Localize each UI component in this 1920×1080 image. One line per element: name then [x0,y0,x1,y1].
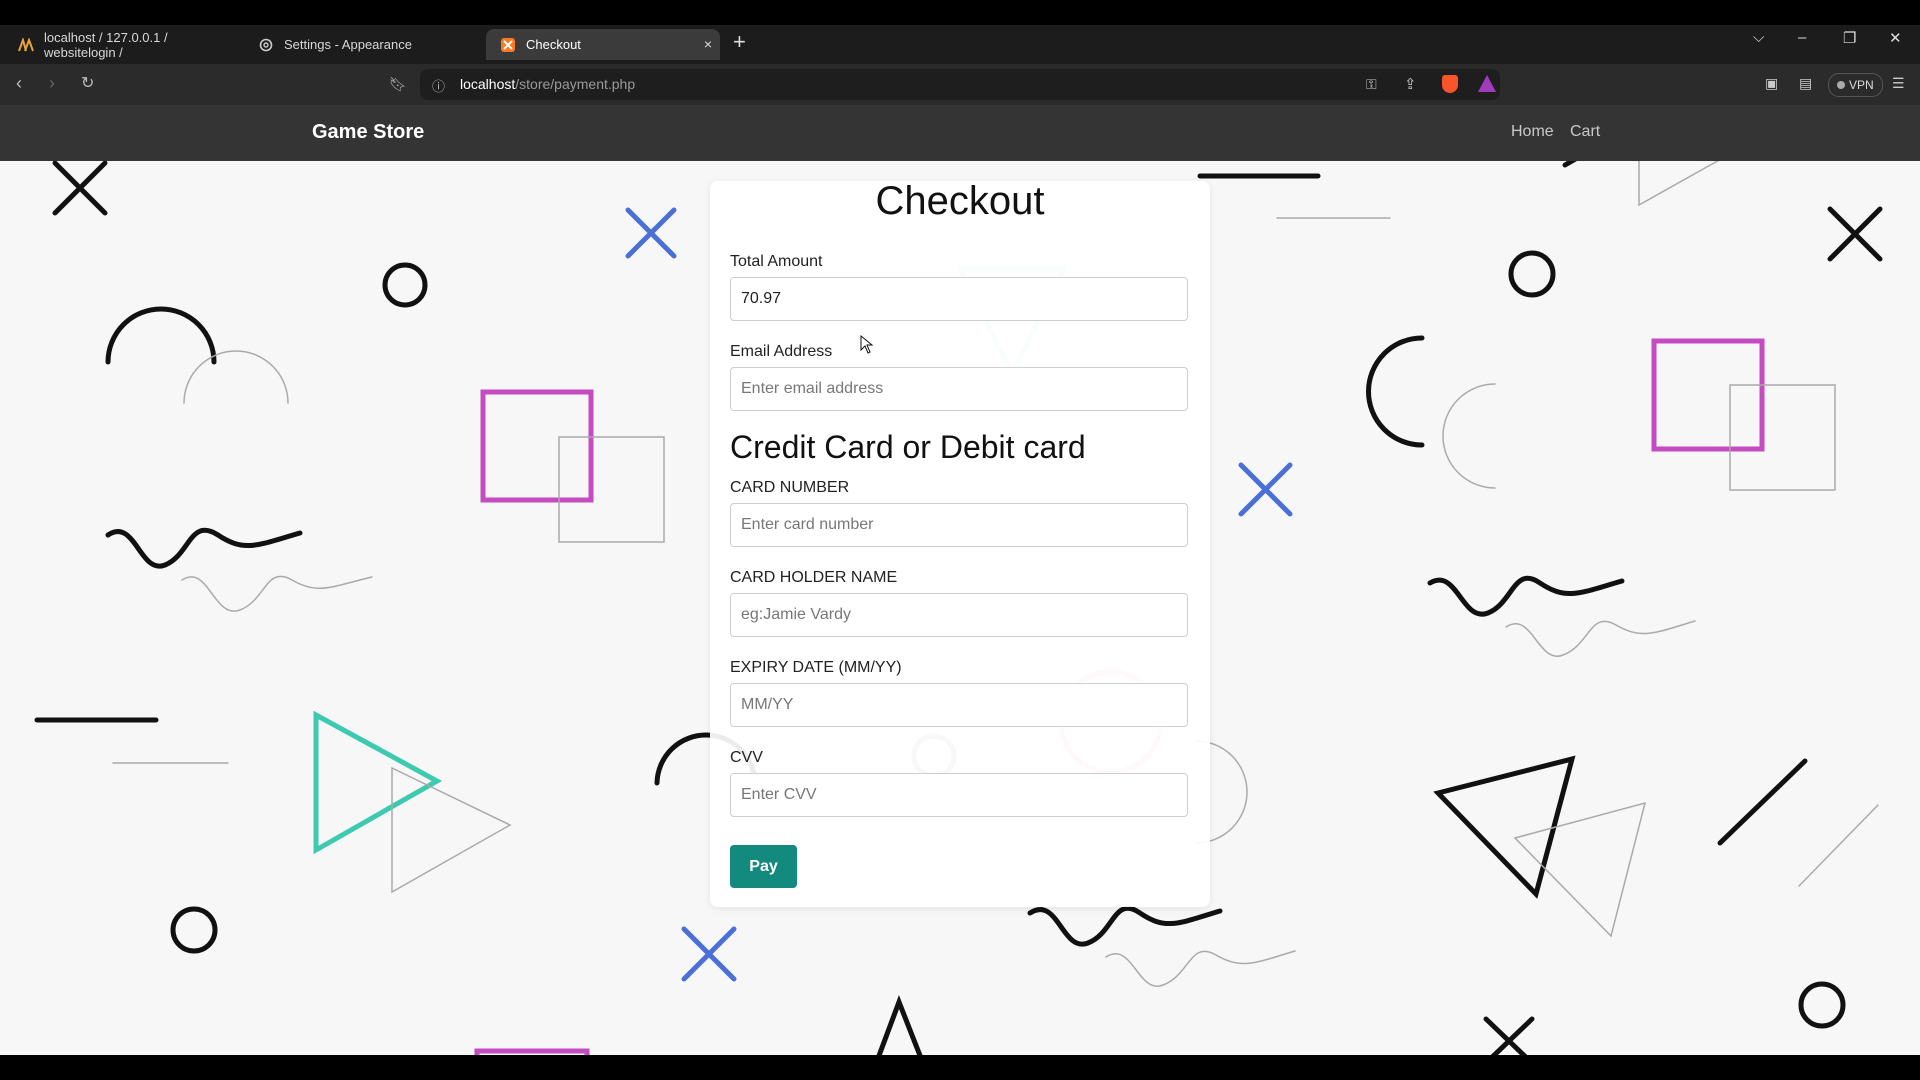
cvv-label: CVV [730,749,763,766]
wallet-icon[interactable]: ▤ [1799,75,1812,92]
brave-shield-icon[interactable] [1442,75,1458,93]
card-holder-label: CARD HOLDER NAME [730,569,898,586]
address-bar[interactable]: ⓘ localhost/store/payment.php ⚿ ⇪ [420,69,1500,100]
page-viewport: Game Store Home Cart Checkout Total Amou… [0,105,1920,1055]
url-text: localhost/store/payment.php [460,76,636,92]
reload-icon[interactable]: ↻ [81,73,94,93]
key-icon[interactable]: ⚿ [1366,76,1377,93]
expiry-label: EXPIRY DATE (MM/YY) [730,659,902,676]
email-label: Email Address [730,343,833,360]
tab-settings[interactable]: Settings - Appearance [244,29,476,60]
browser-toolbar: ‹ › ↻ 🔖︎ ⓘ localhost/store/payment.php ⚿… [0,64,1920,105]
brave-rewards-icon[interactable] [1478,75,1496,92]
forward-icon[interactable]: › [49,73,55,94]
phpmyadmin-icon [18,37,34,53]
share-icon[interactable]: ⇪ [1404,75,1417,93]
close-tab-icon[interactable]: × [704,36,712,52]
tab-checkout[interactable]: Checkout × [486,29,720,60]
restore-icon[interactable]: ❐ [1843,29,1856,47]
site-navbar: Game Store Home Cart [0,105,1920,161]
expiry-field[interactable] [730,683,1188,727]
mouse-cursor-icon [860,335,874,354]
vpn-dot-icon [1837,81,1845,89]
checkout-card: Checkout Total Amount Email Address Cred… [710,179,1210,907]
pay-button[interactable]: Pay [730,845,797,888]
page-title: Checkout [875,179,1045,223]
back-icon[interactable]: ‹ [16,73,22,94]
card-holder-field[interactable] [730,593,1188,637]
bookmark-icon[interactable]: 🔖︎ [389,76,407,93]
tab-label: Settings - Appearance [284,37,412,52]
tab-phpmyadmin[interactable]: localhost / 127.0.0.1 / websitelogin / [4,29,236,60]
tab-strip: localhost / 127.0.0.1 / websitelogin / S… [0,25,1920,64]
cvv-field[interactable] [730,773,1188,817]
tab-label: Checkout [526,37,581,52]
vpn-button[interactable]: VPN [1828,73,1883,97]
top-black-bar [0,0,1920,25]
nav-cart-link[interactable]: Cart [1570,123,1600,141]
card-number-field[interactable] [730,503,1188,547]
total-amount-label: Total Amount [730,253,823,270]
bottom-black-bar [0,1055,1920,1080]
brand-link[interactable]: Game Store [312,121,424,144]
total-amount-field[interactable] [730,277,1188,321]
email-field[interactable] [730,367,1188,411]
gear-icon [258,37,274,53]
site-info-icon[interactable]: ⓘ [432,76,445,95]
tab-list-icon[interactable]: ⌵ [1753,29,1764,46]
tab-label: localhost / 127.0.0.1 / websitelogin / [44,29,168,60]
nav-home-link[interactable]: Home [1511,123,1554,141]
xampp-icon [500,37,516,53]
sidebar-icon[interactable]: ▣ [1765,75,1778,92]
minimize-icon[interactable]: – [1798,29,1806,46]
new-tab-button[interactable]: + [733,29,746,55]
close-window-icon[interactable]: ✕ [1889,29,1902,47]
payment-section-title: Credit Card or Debit card [730,429,1086,465]
card-number-label: CARD NUMBER [730,479,850,496]
menu-icon[interactable]: ☰ [1892,75,1905,92]
